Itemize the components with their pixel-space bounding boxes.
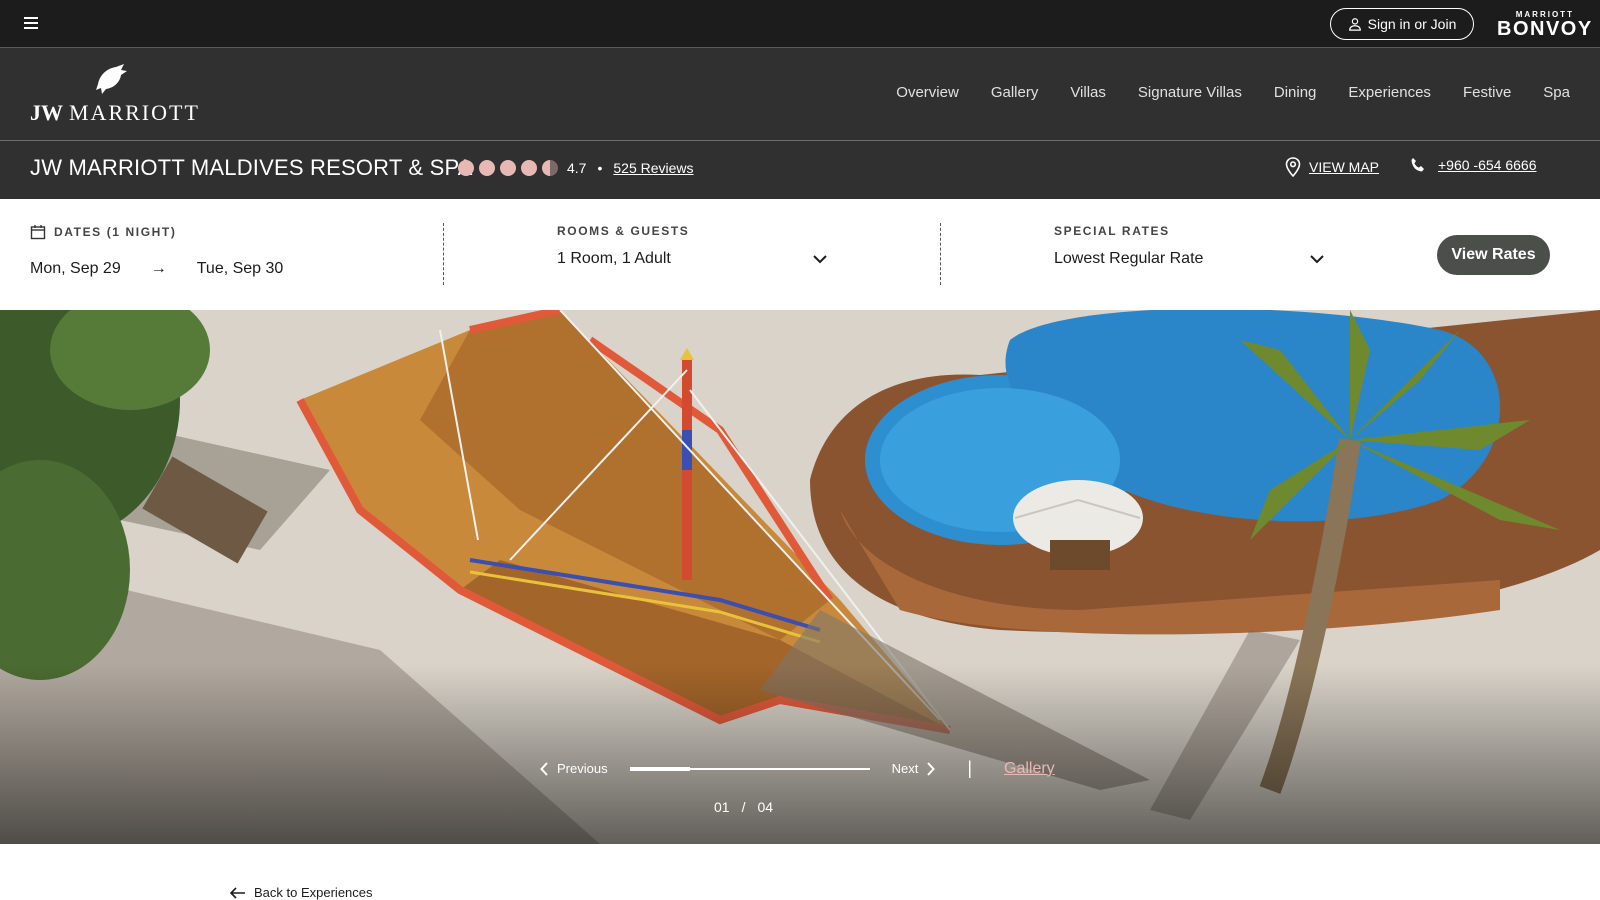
logo-marriott: MARRIOTT [69, 100, 200, 125]
total-slides: 04 [757, 799, 774, 815]
rooms-value: 1 Room, 1 Adult [557, 250, 671, 267]
field-divider [940, 223, 941, 285]
rooms-guests-select[interactable]: ROOMS & GUESTS 1 Room, 1 Adult [557, 224, 827, 268]
sign-in-label: Sign in or Join [1367, 16, 1457, 32]
dates-label-row: DATES (1 NIGHT) [30, 224, 283, 240]
rooms-label: ROOMS & GUESTS [557, 224, 690, 238]
view-map-link[interactable]: VIEW MAP [1309, 159, 1379, 175]
nav-link-dining[interactable]: Dining [1274, 84, 1317, 101]
reviews-link[interactable]: 525 Reviews [613, 160, 693, 176]
sign-in-button[interactable]: Sign in or Join [1330, 8, 1474, 40]
phone-link[interactable]: +960 -654 6666 [1438, 157, 1536, 173]
carousel-progress-fill [629, 766, 690, 771]
dates-picker[interactable]: DATES (1 NIGHT) Mon, Sep 29 → Tue, Sep 3… [30, 224, 283, 278]
check-in-date[interactable]: Mon, Sep 29 [30, 260, 121, 278]
nav-link-experiences[interactable]: Experiences [1348, 84, 1431, 101]
field-divider [443, 223, 444, 285]
nav-link-festive[interactable]: Festive [1463, 84, 1511, 101]
calendar-icon [30, 225, 46, 240]
date-arrow-icon: → [150, 260, 167, 277]
rating-dot [458, 160, 474, 176]
check-out-date[interactable]: Tue, Sep 30 [197, 260, 284, 278]
logo-wordmark: JW MARRIOTT [30, 100, 200, 126]
user-icon [1348, 18, 1361, 31]
rates-value-row[interactable]: Lowest Regular Rate [1054, 250, 1324, 268]
view-map: VIEW MAP [1285, 157, 1379, 177]
chevron-left-icon [540, 761, 548, 776]
hotel-rating: 4.7 • 525 Reviews [458, 160, 694, 176]
booking-bar: DATES (1 NIGHT) Mon, Sep 29 → Tue, Sep 3… [0, 199, 1600, 310]
gallery-link[interactable]: Gallery [1004, 760, 1055, 778]
nav-link-gallery[interactable]: Gallery [991, 84, 1039, 101]
hero-carousel: Previous Next | Gallery 01 / 04 [0, 310, 1600, 844]
brand-big: BONVOY [1497, 18, 1593, 40]
special-rates-select[interactable]: SPECIAL RATES Lowest Regular Rate [1054, 224, 1324, 268]
hamburger-menu-icon[interactable] [24, 17, 38, 29]
bird-logo-icon [96, 64, 127, 94]
counter-separator: / [741, 799, 746, 815]
rating-dot [479, 160, 495, 176]
jw-marriott-logo[interactable]: JW MARRIOTT [30, 64, 198, 126]
rating-separator: • [597, 160, 603, 176]
phone-icon [1411, 158, 1424, 172]
chevron-right-icon [927, 761, 936, 776]
slide-counter: 01 / 04 [714, 799, 773, 815]
rating-dot [521, 160, 537, 176]
back-to-experiences-link[interactable]: Back to Experiences [230, 885, 373, 900]
marriott-bonvoy-logo[interactable]: MARRIOTT BONVOY [1497, 11, 1593, 40]
rating-value: 4.7 [567, 160, 587, 176]
chevron-down-icon [1310, 254, 1324, 263]
carousel-controls: Previous Next | Gallery [540, 758, 1055, 779]
arrow-left-icon [230, 886, 245, 899]
current-slide: 01 [714, 799, 730, 815]
next-label: Next [891, 761, 919, 776]
rooms-value-row[interactable]: 1 Room, 1 Adult [557, 250, 827, 268]
map-pin-icon [1285, 157, 1301, 177]
chevron-down-icon [813, 254, 827, 263]
hotel-name: JW MARRIOTT MALDIVES RESORT & SPA [30, 155, 473, 180]
back-label: Back to Experiences [254, 885, 373, 900]
date-range: Mon, Sep 29 → Tue, Sep 30 [30, 260, 283, 278]
nav-links: Overview Gallery Villas Signature Villas… [896, 84, 1570, 101]
dates-label: DATES (1 NIGHT) [54, 225, 177, 239]
logo-jw: JW [30, 100, 63, 125]
rates-value: Lowest Regular Rate [1054, 250, 1204, 267]
carousel-progress [629, 766, 870, 771]
utility-bar: Sign in or Join MARRIOTT BONVOY [0, 0, 1600, 48]
previous-label: Previous [557, 761, 608, 776]
rates-label: SPECIAL RATES [1054, 224, 1170, 238]
rating-dot [500, 160, 516, 176]
carousel-divider: | [967, 758, 972, 778]
next-button[interactable]: Next [892, 761, 936, 776]
nav-link-overview[interactable]: Overview [896, 84, 959, 101]
previous-button[interactable]: Previous [540, 761, 608, 776]
phone: +960 -654 6666 [1410, 157, 1536, 173]
nav-link-villas[interactable]: Villas [1070, 84, 1106, 101]
main-navigation: JW MARRIOTT Overview Gallery Villas Signa… [0, 48, 1600, 141]
view-rates-button[interactable]: View Rates [1437, 235, 1550, 275]
nav-link-signature-villas[interactable]: Signature Villas [1138, 84, 1242, 101]
hotel-title-bar: JW MARRIOTT MALDIVES RESORT & SPA 4.7 • … [0, 141, 1600, 199]
rating-dot-half [542, 160, 558, 176]
nav-link-spa[interactable]: Spa [1543, 84, 1570, 101]
hero-gradient-overlay [0, 664, 1600, 844]
